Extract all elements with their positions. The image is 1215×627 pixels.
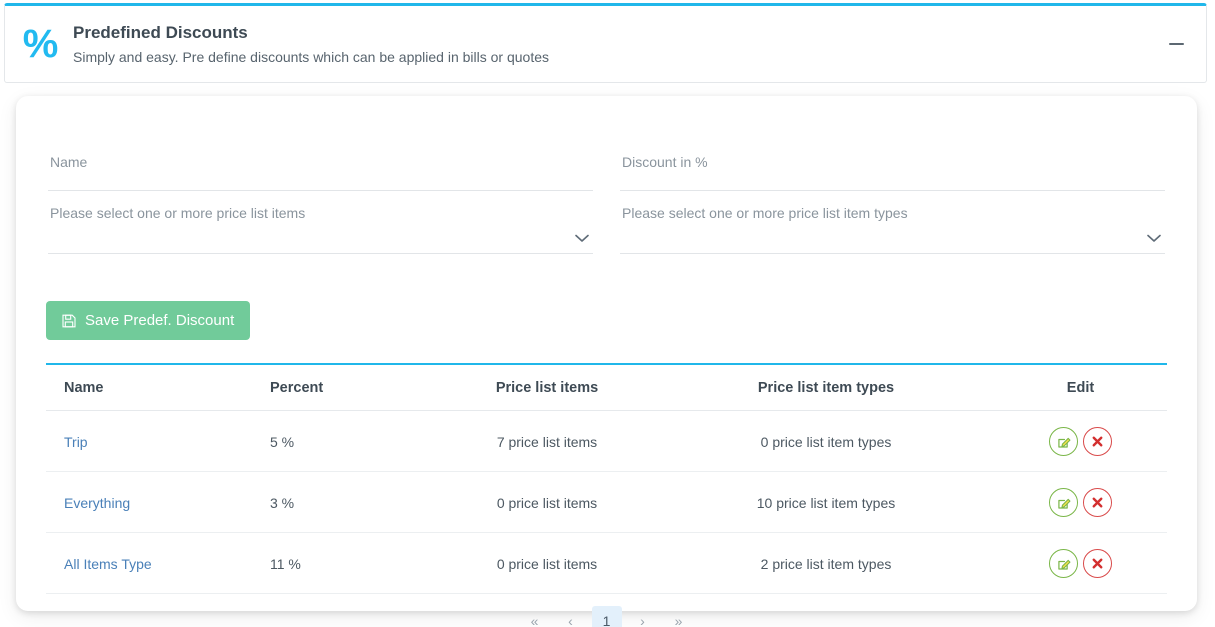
cell-percent: 11 % [270, 532, 436, 594]
pagination-row: « ‹ 1 › » [46, 594, 1167, 627]
column-header-edit: Edit [994, 364, 1167, 411]
cell-price-list-item-types: 0 price list item types [658, 410, 994, 472]
cell-actions [994, 471, 1167, 533]
edit-row-button[interactable] [1049, 549, 1078, 578]
cell-price-list-item-types: 2 price list item types [658, 532, 994, 594]
column-header-percent[interactable]: Percent [270, 364, 436, 411]
edit-row-button[interactable] [1049, 488, 1078, 517]
column-header-name[interactable]: Name [46, 364, 270, 411]
discount-percent-field[interactable]: Discount in % [620, 140, 1165, 191]
price-list-item-types-select-label: Please select one or more price list ite… [622, 205, 908, 221]
cell-actions [994, 532, 1167, 594]
delete-x-icon [1091, 496, 1104, 509]
discount-name-link[interactable]: Trip [64, 434, 88, 450]
delete-row-button[interactable] [1083, 549, 1112, 578]
cell-name: All Items Type [46, 532, 270, 594]
discounts-table-wrap: Name Percent Price list items Price list… [46, 363, 1167, 627]
price-list-items-select-label: Please select one or more price list ite… [50, 205, 306, 221]
price-list-item-types-select[interactable]: Please select one or more price list ite… [620, 191, 1165, 254]
chevron-down-icon [1147, 234, 1161, 243]
table-head: Name Percent Price list items Price list… [46, 364, 1167, 411]
discount-form: Name Discount in % Please select one or … [48, 140, 1165, 254]
pagination-last-button[interactable]: » [664, 606, 694, 627]
edit-pencil-icon [1057, 557, 1071, 571]
cell-actions [994, 410, 1167, 472]
discount-percent-field-label: Discount in % [622, 154, 708, 170]
row-action-group [1049, 427, 1112, 456]
minimize-icon [1168, 43, 1184, 45]
table-row: Trip 5 % 7 price list items 0 price list… [46, 410, 1167, 472]
card-inner: Name Discount in % Please select one or … [32, 110, 1181, 627]
delete-x-icon [1091, 435, 1104, 448]
cell-price-list-items: 0 price list items [436, 471, 658, 533]
cell-price-list-items: 0 price list items [436, 532, 658, 594]
delete-row-button[interactable] [1083, 488, 1112, 517]
header-text-block: Predefined Discounts Simply and easy. Pr… [69, 22, 1146, 67]
table-header-row: Name Percent Price list items Price list… [46, 364, 1167, 411]
name-field-label: Name [50, 154, 88, 170]
pagination-cell: « ‹ 1 › » [46, 594, 1167, 627]
cell-percent: 5 % [270, 410, 436, 472]
table-body: Trip 5 % 7 price list items 0 price list… [46, 410, 1167, 627]
save-floppy-icon [62, 314, 76, 328]
form-row-top: Name Discount in % [48, 140, 1165, 191]
discount-name-link[interactable]: All Items Type [64, 556, 152, 572]
form-row-bottom: Please select one or more price list ite… [48, 191, 1165, 254]
row-action-group [1049, 488, 1112, 517]
delete-row-button[interactable] [1083, 427, 1112, 456]
save-predef-discount-label: Save Predef. Discount [85, 312, 235, 329]
chevron-down-icon [575, 234, 589, 243]
app-root: % Predefined Discounts Simply and easy. … [0, 0, 1215, 627]
edit-pencil-icon [1057, 496, 1071, 510]
cell-percent: 3 % [270, 471, 436, 533]
row-action-group [1049, 549, 1112, 578]
edit-row-button[interactable] [1049, 427, 1078, 456]
discount-name-link[interactable]: Everything [64, 495, 130, 511]
name-field[interactable]: Name [48, 140, 593, 191]
pagination: « ‹ 1 › » [46, 606, 1167, 627]
page-subtitle: Simply and easy. Pre define discounts wh… [73, 48, 550, 65]
price-list-items-select[interactable]: Please select one or more price list ite… [48, 191, 593, 254]
pagination-next-button[interactable]: › [628, 606, 658, 627]
column-header-price-list-items[interactable]: Price list items [436, 364, 658, 411]
save-predef-discount-button[interactable]: Save Predef. Discount [46, 301, 251, 340]
column-header-price-list-item-types[interactable]: Price list item types [658, 364, 994, 411]
delete-x-icon [1091, 557, 1104, 570]
minimize-button[interactable] [1146, 14, 1206, 74]
pagination-prev-button[interactable]: ‹ [556, 606, 586, 627]
content-card: Name Discount in % Please select one or … [16, 96, 1197, 627]
cell-name: Everything [46, 471, 270, 533]
pagination-first-button[interactable]: « [520, 606, 550, 627]
pagination-page-1[interactable]: 1 [591, 606, 622, 627]
cell-name: Trip [46, 410, 270, 472]
cell-price-list-item-types: 10 price list item types [658, 471, 994, 533]
percent-icon: % [22, 22, 59, 66]
page-title: Predefined Discounts [73, 22, 248, 42]
cell-price-list-items: 7 price list items [436, 410, 658, 472]
panel-header: % Predefined Discounts Simply and easy. … [4, 3, 1207, 83]
table-row: Everything 3 % 0 price list items 10 pri… [46, 471, 1167, 533]
table-row: All Items Type 11 % 0 price list items 2… [46, 532, 1167, 594]
edit-pencil-icon [1057, 435, 1071, 449]
discounts-table: Name Percent Price list items Price list… [46, 363, 1167, 627]
